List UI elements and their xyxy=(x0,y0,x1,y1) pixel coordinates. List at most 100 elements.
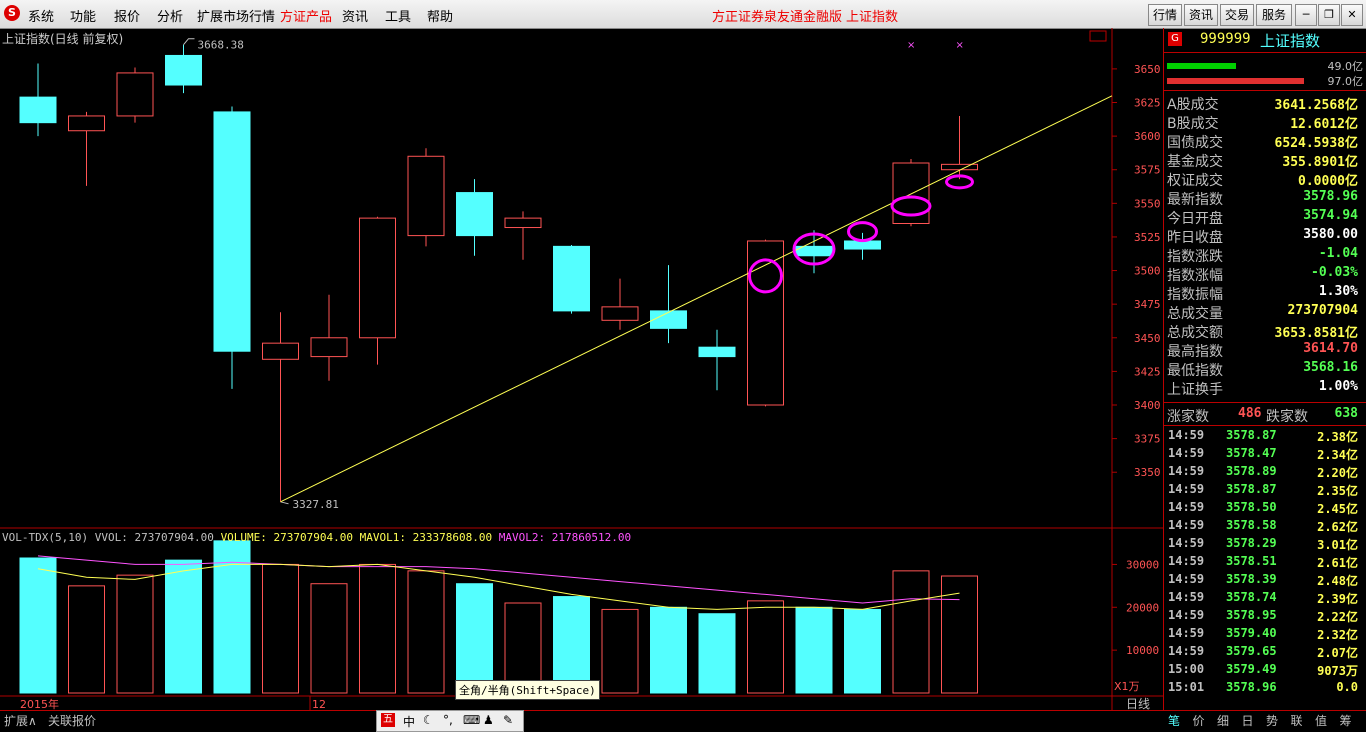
quote-button[interactable]: 行情 xyxy=(1148,4,1182,26)
quote-row-value: -1.04 xyxy=(1318,246,1358,261)
volume-bar xyxy=(698,613,736,694)
quote-row: B股成交 12.6012亿 xyxy=(1166,113,1364,132)
low-marker-icon xyxy=(280,501,289,505)
ime-logo-icon[interactable]: 五 xyxy=(381,713,395,727)
quote-row: A股成交 3641.2568亿 xyxy=(1166,94,1364,113)
tick-time: 14:59 xyxy=(1168,464,1205,478)
price-tick-label: 3525 xyxy=(1134,231,1161,244)
quote-row-label: B股成交 xyxy=(1167,116,1219,132)
ime-mode[interactable]: 中 xyxy=(403,713,415,730)
candle-body xyxy=(601,306,639,321)
extend-tab[interactable]: 扩展∧ xyxy=(4,712,37,729)
volume-indicator-title: VOL-TDX(5,10) VVOL: 273707904.00 VOLUME:… xyxy=(2,531,631,544)
panel-tab[interactable]: 势 xyxy=(1266,712,1278,729)
tick-volume: 2.38亿 xyxy=(1317,430,1358,444)
menu-products[interactable]: 方证产品 xyxy=(280,6,332,25)
quote-row: 总成交额 3653.8581亿 xyxy=(1166,322,1364,341)
user-icon[interactable]: ♟ xyxy=(483,713,494,727)
panel-tab[interactable]: 联 xyxy=(1291,712,1303,729)
price-tick-label: 3500 xyxy=(1134,265,1161,278)
service-button[interactable]: 服务 xyxy=(1256,4,1292,26)
tick-row: 14:59 3578.51 2.61亿 xyxy=(1166,554,1364,572)
tick-price: 3578.74 xyxy=(1226,590,1277,604)
month-label: 12 xyxy=(312,698,326,710)
menu-analysis[interactable]: 分析 xyxy=(157,6,183,25)
panel-tab[interactable]: 笔 xyxy=(1168,712,1180,729)
menu-tools[interactable]: 工具 xyxy=(385,6,411,25)
panel-tab[interactable]: 值 xyxy=(1315,712,1327,729)
volume-bar-bottom-value: 97.0亿 xyxy=(1327,75,1364,88)
price-tick-label: 3550 xyxy=(1134,197,1161,210)
quote-row: 国债成交 6524.5938亿 xyxy=(1166,132,1364,151)
candle-body xyxy=(504,217,542,229)
tick-price: 3579.40 xyxy=(1226,626,1277,640)
panel-tab[interactable]: 筹 xyxy=(1340,712,1352,729)
period-label: 日线 xyxy=(1126,697,1150,710)
tick-volume: 2.35亿 xyxy=(1317,484,1358,498)
close-icon[interactable]: ✕ xyxy=(1341,4,1363,26)
minimize-icon[interactable]: ─ xyxy=(1295,4,1317,26)
quote-row-value: 3641.2568亿 xyxy=(1274,98,1358,113)
tick-row: 14:59 3578.87 2.35亿 xyxy=(1166,482,1364,500)
volume-bar xyxy=(844,608,881,694)
quote-row: 指数涨幅 -0.03% xyxy=(1166,265,1364,284)
chart-close-box-icon xyxy=(1089,30,1107,42)
quote-row-value: 355.8901亿 xyxy=(1282,155,1358,170)
quote-row-value: 3568.16 xyxy=(1303,360,1358,375)
advance-decline-row: 涨家数 486 跌家数 638 xyxy=(1166,406,1364,425)
ime-toolbar[interactable]: 五 中 ☾ °, ⌨ ♟ ✎ xyxy=(376,710,524,732)
price-tick-label: 3375 xyxy=(1134,433,1161,446)
moon-icon[interactable]: ☾ xyxy=(423,713,434,727)
quote-row-label: 国债成交 xyxy=(1167,135,1223,151)
volume-bar-red xyxy=(1167,78,1304,84)
low-price-label: 3327.81 xyxy=(293,498,339,511)
menu-function[interactable]: 功能 xyxy=(70,6,96,25)
volume-tick-label: 20000 xyxy=(1126,601,1159,614)
related-quote-tab[interactable]: 关联报价 xyxy=(48,712,96,729)
current-index-title: 上证指数 xyxy=(846,10,899,25)
tick-price: 3578.87 xyxy=(1226,482,1277,496)
vvol-value: VVOL: 273707904.00 xyxy=(94,531,214,544)
panel-tab[interactable]: 价 xyxy=(1193,712,1205,729)
menu-extended-market[interactable]: 扩展市场行情 xyxy=(197,6,275,25)
tick-price: 3578.96 xyxy=(1226,680,1277,694)
tick-row: 14:59 3578.47 2.34亿 xyxy=(1166,446,1364,464)
kline-chart-panel[interactable]: 3350 3375 3400 3425 3450 3475 3500 3525 3550 3575… xyxy=(0,28,1163,710)
quote-row: 基金成交 355.8901亿 xyxy=(1166,151,1364,170)
volume-bar-green xyxy=(1167,63,1236,69)
app-logo-icon[interactable]: S xyxy=(4,5,20,21)
tick-time: 14:59 xyxy=(1168,428,1205,442)
tick-volume: 0.0 xyxy=(1336,680,1358,694)
wrench-icon[interactable]: ✎ xyxy=(503,713,513,727)
tick-time: 14:59 xyxy=(1168,482,1205,496)
menu-quote[interactable]: 报价 xyxy=(114,6,140,25)
volume-bar xyxy=(116,574,154,694)
menu-help[interactable]: 帮助 xyxy=(427,6,453,25)
candle-body xyxy=(165,54,202,86)
panel-tab[interactable]: 日 xyxy=(1242,712,1254,729)
quote-row: 指数振幅 1.30% xyxy=(1166,284,1364,303)
tick-row: 14:59 3578.74 2.39亿 xyxy=(1166,590,1364,608)
menu-system[interactable]: 系统 xyxy=(28,6,54,25)
kline-chart[interactable]: 3350 3375 3400 3425 3450 3475 3500 3525 3550 3575… xyxy=(0,28,1163,710)
price-tick-label: 3350 xyxy=(1134,466,1161,479)
news-button[interactable]: 资讯 xyxy=(1184,4,1218,26)
candle-body xyxy=(213,111,251,352)
tick-price: 3578.58 xyxy=(1226,518,1277,532)
volume-bar xyxy=(795,606,833,694)
candle-body xyxy=(844,240,881,250)
volume-tick-label: 30000 xyxy=(1126,558,1159,571)
candle-body xyxy=(68,115,105,132)
punctuation-icon[interactable]: °, xyxy=(443,713,453,727)
menu-news[interactable]: 资讯 xyxy=(342,6,368,25)
panel-tab[interactable]: 细 xyxy=(1217,712,1229,729)
tick-row: 15:00 3579.49 9073万 xyxy=(1166,662,1364,680)
keyboard-icon[interactable]: ⌨ xyxy=(463,713,480,727)
restore-icon[interactable]: ❐ xyxy=(1318,4,1340,26)
volume-tick-label: 10000 xyxy=(1126,644,1159,657)
trade-button[interactable]: 交易 xyxy=(1220,4,1254,26)
tick-volume: 2.48亿 xyxy=(1317,574,1358,588)
tick-price: 3578.51 xyxy=(1226,554,1277,568)
tick-row: 14:59 3578.89 2.20亿 xyxy=(1166,464,1364,482)
quote-row-label: 权证成交 xyxy=(1167,173,1223,189)
